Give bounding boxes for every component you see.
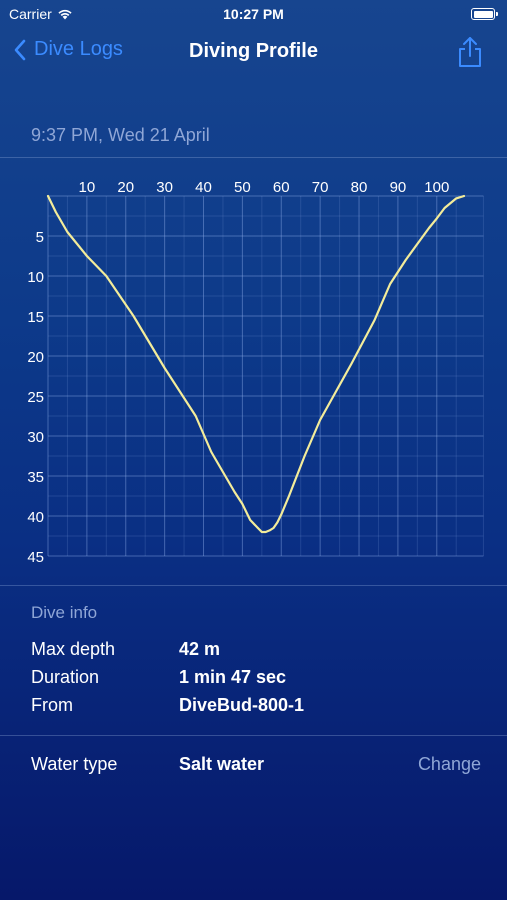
dive-profile-chart: 10 20 30 40 50 60 70 80 90 100 5 10 15 20 25 30 35 40 45: [27, 179, 484, 566]
y-tick-label: 30: [27, 429, 44, 446]
info-label: Duration: [31, 667, 100, 687]
divider: [0, 157, 507, 158]
y-tick-label: 15: [27, 309, 44, 326]
x-tick-label: 30: [156, 179, 173, 196]
y-tick-label: 10: [27, 269, 44, 286]
x-tick-label: 80: [351, 179, 368, 196]
x-axis-ticks: 10 20 30 40 50 60 70 80 90 100: [79, 179, 450, 196]
x-tick-label: 50: [234, 179, 251, 196]
info-value: 42 m: [179, 639, 221, 659]
x-tick-label: 60: [273, 179, 290, 196]
y-tick-label: 35: [27, 469, 44, 486]
share-icon: [459, 37, 481, 67]
info-value: 1 min 47 sec: [179, 667, 287, 687]
status-time: 10:27 PM: [223, 6, 284, 22]
status-bar: Carrier 10:27 PM: [0, 0, 507, 30]
y-tick-label: 20: [27, 349, 44, 366]
x-tick-label: 40: [195, 179, 212, 196]
x-tick-label: 100: [424, 179, 449, 196]
x-tick-label: 10: [79, 179, 96, 196]
water-type-row: Water type Salt water Change: [31, 754, 481, 780]
info-label: Max depth: [31, 639, 116, 659]
page-title: Diving Profile: [189, 40, 318, 62]
y-tick-label: 5: [36, 229, 44, 246]
battery-icon: [471, 8, 498, 20]
chart-grid: [47, 195, 484, 557]
dive-timestamp: 9:37 PM, Wed 21 April: [31, 125, 210, 145]
info-row-max-depth: Max depth 42 m: [31, 639, 481, 665]
change-water-type-button[interactable]: Change: [418, 754, 481, 775]
info-row-from: From DiveBud-800-1: [31, 695, 481, 721]
water-type-label: Water type: [31, 754, 118, 774]
divider: [0, 735, 507, 736]
depth-profile-line: [46, 194, 466, 534]
share-button[interactable]: [457, 36, 483, 73]
info-label: From: [31, 695, 73, 715]
dive-info-title: Dive info: [31, 603, 98, 622]
water-type-value: Salt water: [179, 754, 265, 774]
info-row-duration: Duration 1 min 47 sec: [31, 667, 481, 693]
y-axis-ticks: 5 10 15 20 25 30 35 40 45: [27, 229, 44, 566]
info-value: DiveBud-800-1: [179, 695, 305, 715]
y-tick-label: 40: [27, 509, 44, 526]
y-tick-label: 45: [27, 549, 44, 566]
x-tick-label: 70: [312, 179, 329, 196]
divider: [0, 585, 507, 586]
x-tick-label: 20: [117, 179, 134, 196]
x-tick-label: 90: [390, 179, 407, 196]
navigation-bar: Dive Logs Diving Profile: [0, 30, 507, 76]
y-tick-label: 25: [27, 389, 44, 406]
